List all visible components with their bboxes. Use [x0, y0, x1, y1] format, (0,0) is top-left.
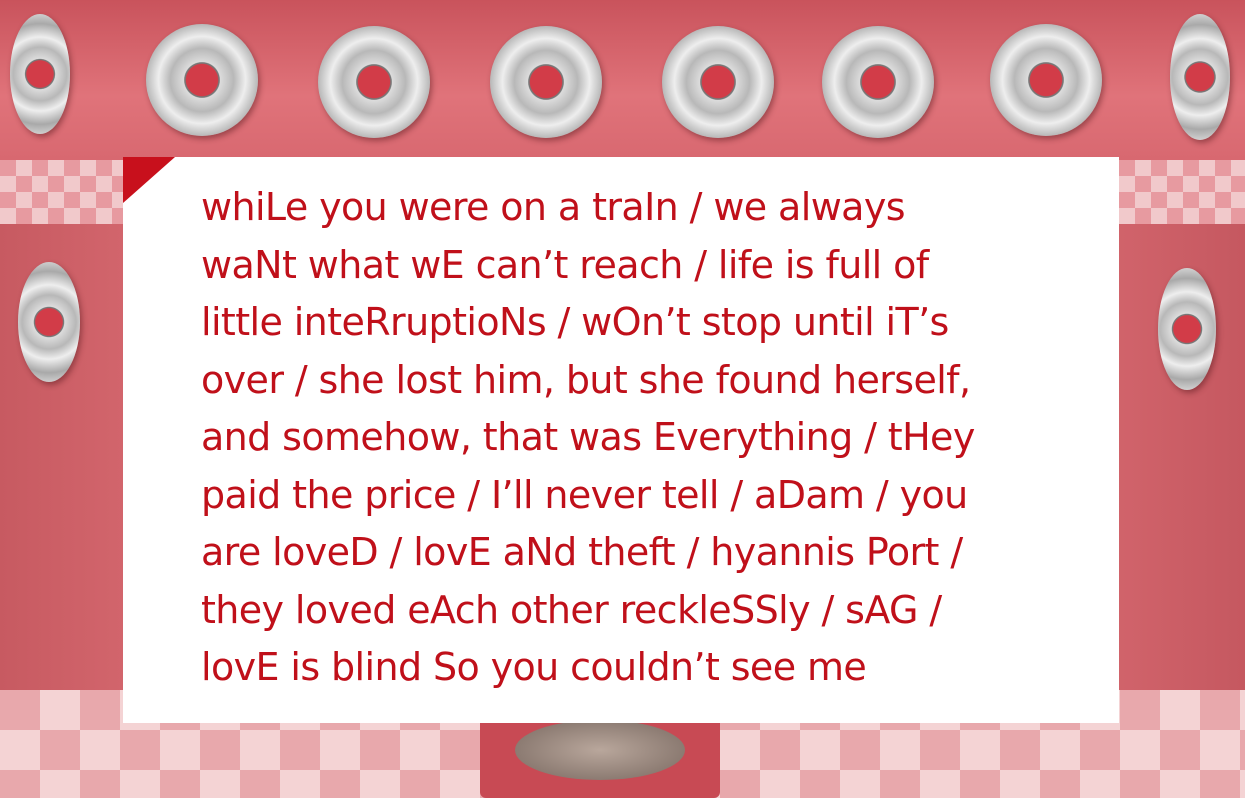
- vinyl-record-icon: [490, 26, 602, 138]
- vinyl-record-icon: [990, 24, 1102, 136]
- checker-trim-right: [1119, 160, 1245, 224]
- vinyl-record-icon: [146, 24, 258, 136]
- vinyl-record-icon: [1170, 14, 1230, 140]
- checker-trim-left: [0, 160, 123, 224]
- stool-seat: [515, 720, 685, 780]
- text-card: whiLe you were on a traIn / we always wa…: [123, 157, 1119, 723]
- poem-text: whiLe you were on a traIn / we always wa…: [201, 185, 975, 689]
- vinyl-record-icon: [1158, 268, 1216, 390]
- corner-accent: [123, 157, 175, 203]
- vinyl-record-icon: [318, 26, 430, 138]
- vinyl-record-icon: [10, 14, 70, 134]
- vinyl-record-icon: [822, 26, 934, 138]
- vinyl-record-icon: [18, 262, 80, 382]
- vinyl-record-icon: [662, 26, 774, 138]
